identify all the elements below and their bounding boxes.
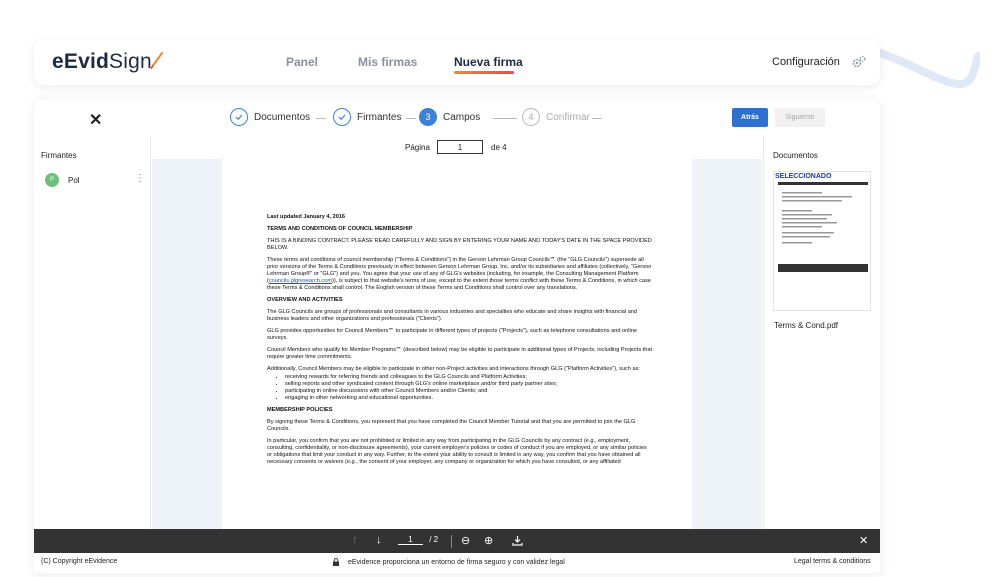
- nav-nueva-firma[interactable]: Nueva firma: [454, 55, 523, 69]
- document-thumbnail[interactable]: SELECCIONADO: [773, 171, 871, 311]
- page-total: de 4: [491, 143, 507, 152]
- lock-icon: [333, 558, 339, 566]
- list-item: participating in online discussions with…: [285, 388, 652, 395]
- signers-title: Firmantes: [41, 151, 77, 160]
- signer-item[interactable]: P Pol: [45, 173, 80, 187]
- page-selector: Página 1 de 4: [152, 136, 762, 159]
- doc-title: TERMS AND CONDITIONS OF COUNCIL MEMBERSH…: [267, 226, 413, 232]
- doc-link[interactable]: councils.glgresearch.com: [269, 278, 332, 284]
- step-connector: [406, 118, 416, 119]
- doc-bullet-list: receiving rewards for referring friends …: [285, 374, 652, 402]
- legal-terms-link[interactable]: Legal terms & conditions: [794, 558, 871, 565]
- doc-paragraph: THIS IS A BINDING CONTRACT. PLEASE READ …: [267, 238, 652, 251]
- step-connector: [316, 118, 326, 119]
- zoom-out-icon[interactable]: ⊖: [461, 534, 470, 547]
- arrow-down-icon[interactable]: ↓: [376, 534, 382, 546]
- next-button[interactable]: Siguiente: [775, 108, 825, 127]
- top-navbar: eEvidSign Panel Mis firmas Nueva firma C…: [34, 40, 880, 85]
- check-icon: [230, 108, 248, 126]
- list-item: receiving rewards for referring friends …: [285, 374, 652, 381]
- doc-paragraph: By signing these Terms & Conditions, you…: [267, 419, 636, 432]
- footer: (C) Copyright eEvidence eEvidence propor…: [34, 553, 880, 573]
- doc-heading: MEMBERSHIP POLICIES: [267, 407, 333, 413]
- page-label: Página: [405, 143, 430, 152]
- page-input[interactable]: 1: [437, 140, 483, 154]
- selected-badge: SELECCIONADO: [775, 173, 832, 180]
- step-confirmar[interactable]: 4 Confirmar: [522, 108, 590, 126]
- step-label: Firmantes: [357, 111, 402, 123]
- doc-paragraph: GLG provides opportunities for Council M…: [267, 328, 637, 341]
- doc-heading: OVERVIEW AND ACTIVITIES: [267, 297, 343, 303]
- list-item: selling reports and other syndicated con…: [285, 381, 652, 388]
- doc-paragraph: Additionally, Council Members may be eli…: [267, 366, 640, 372]
- document-content: Last updated January 4, 2016 TERMS AND C…: [267, 214, 652, 471]
- document-viewer: Página 1 de 4 Last updated January 4, 20…: [152, 136, 762, 529]
- page-current-input[interactable]: 1: [398, 535, 423, 545]
- documents-title: Documentos: [773, 151, 818, 160]
- signer-name: Pol: [68, 175, 80, 185]
- close-icon[interactable]: ✕: [859, 534, 868, 547]
- more-options-icon[interactable]: ⋮: [135, 173, 145, 184]
- download-icon[interactable]: [512, 535, 523, 546]
- page-indicator: 1 / 2: [398, 535, 438, 545]
- doc-paragraph: Council Members who qualify for Member P…: [267, 347, 653, 360]
- gear-icon[interactable]: [852, 55, 866, 69]
- signers-panel: Firmantes P Pol ⋮: [34, 136, 151, 536]
- step-connector: [493, 118, 517, 119]
- brand-logo[interactable]: eEvidSign: [52, 50, 152, 74]
- step-label: Confirmar: [546, 111, 590, 123]
- step-firmantes[interactable]: Firmantes: [333, 108, 401, 126]
- page-total: / 2: [429, 535, 439, 544]
- step-number: 4: [522, 108, 540, 126]
- avatar: P: [45, 173, 59, 187]
- doc-paragraph: These terms and conditions of council me…: [267, 257, 652, 291]
- doc-paragraph: The GLG Councils are groups of professio…: [267, 309, 638, 322]
- zoom-in-icon[interactable]: ⊕: [484, 534, 493, 547]
- footer-security-note: eEvidence proporciona un entorno de firm…: [332, 558, 565, 566]
- back-button[interactable]: Atrás: [732, 108, 768, 127]
- close-icon[interactable]: ✕: [89, 110, 102, 130]
- pen-icon: [150, 52, 163, 70]
- pdf-toolbar: ↑ ↓ 1 / 2 ⊖ ⊕ ✕: [34, 529, 880, 554]
- doc-paragraph: In particular, you confirm that you are …: [267, 438, 647, 465]
- nav-panel[interactable]: Panel: [286, 55, 318, 69]
- list-item: engaging in other networking and educati…: [285, 395, 652, 402]
- step-documentos[interactable]: Documentos: [230, 108, 310, 126]
- nav-active-underline: [454, 71, 514, 74]
- step-number: 3: [419, 108, 437, 126]
- step-campos[interactable]: 3 Campos: [419, 108, 480, 126]
- step-connector: [592, 118, 602, 119]
- documents-panel: Documentos SELECCIONADO Terms & Cond.pdf: [763, 136, 880, 536]
- step-label: Campos: [443, 111, 481, 123]
- wizard-card: ✕ Documentos Firmantes 3 Campos 4 Confir…: [34, 99, 880, 573]
- footer-copyright: (C) Copyright eEvidence: [41, 558, 118, 565]
- step-label: Documentos: [254, 111, 311, 123]
- divider: [451, 535, 452, 548]
- nav-mis-firmas[interactable]: Mis firmas: [358, 55, 417, 69]
- doc-updated: Last updated January 4, 2016: [267, 214, 346, 220]
- document-page[interactable]: Last updated January 4, 2016 TERMS AND C…: [222, 159, 692, 529]
- thumbnail-preview: [778, 182, 868, 272]
- config-link[interactable]: Configuración: [772, 56, 840, 68]
- document-filename: Terms & Cond.pdf: [774, 321, 839, 330]
- arrow-up-icon[interactable]: ↑: [352, 534, 358, 546]
- check-icon: [333, 108, 351, 126]
